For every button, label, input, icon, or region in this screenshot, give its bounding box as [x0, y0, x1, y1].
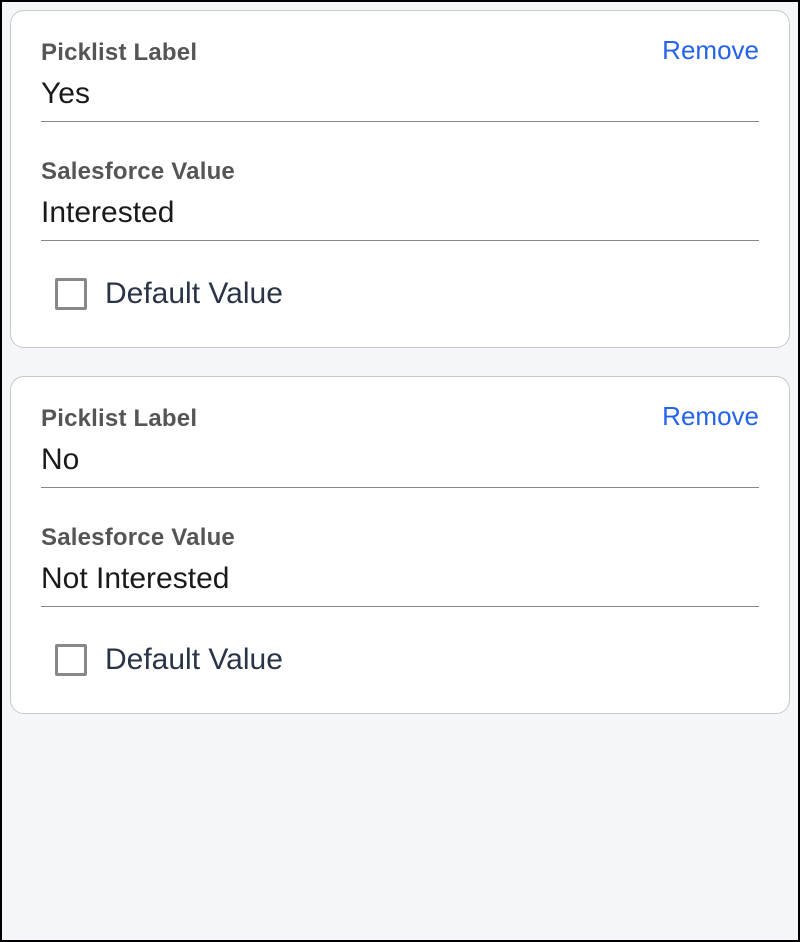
salesforce-value-group: Salesforce Value	[41, 158, 759, 241]
salesforce-value-input[interactable]	[41, 188, 759, 241]
picklist-label-input[interactable]	[41, 435, 759, 488]
salesforce-value-heading: Salesforce Value	[41, 158, 235, 186]
picklist-item-card: Picklist Label Remove Salesforce Value D…	[10, 10, 790, 348]
default-value-row: Default Value	[41, 277, 759, 311]
default-value-checkbox[interactable]	[55, 278, 87, 310]
default-value-label: Default Value	[105, 277, 283, 311]
picklist-label-group: Picklist Label Remove	[41, 405, 759, 488]
remove-link[interactable]: Remove	[662, 401, 759, 432]
salesforce-value-heading: Salesforce Value	[41, 524, 235, 552]
remove-link[interactable]: Remove	[662, 35, 759, 66]
default-value-checkbox[interactable]	[55, 644, 87, 676]
field-header: Picklist Label Remove	[41, 405, 759, 433]
salesforce-value-input[interactable]	[41, 554, 759, 607]
default-value-label: Default Value	[105, 643, 283, 677]
picklist-label-heading: Picklist Label	[41, 39, 197, 67]
picklist-label-heading: Picklist Label	[41, 405, 197, 433]
picklist-item-card: Picklist Label Remove Salesforce Value D…	[10, 376, 790, 714]
field-header: Salesforce Value	[41, 158, 759, 186]
default-value-row: Default Value	[41, 643, 759, 677]
picklist-label-input[interactable]	[41, 69, 759, 122]
salesforce-value-group: Salesforce Value	[41, 524, 759, 607]
field-header: Salesforce Value	[41, 524, 759, 552]
picklist-label-group: Picklist Label Remove	[41, 39, 759, 122]
field-header: Picklist Label Remove	[41, 39, 759, 67]
